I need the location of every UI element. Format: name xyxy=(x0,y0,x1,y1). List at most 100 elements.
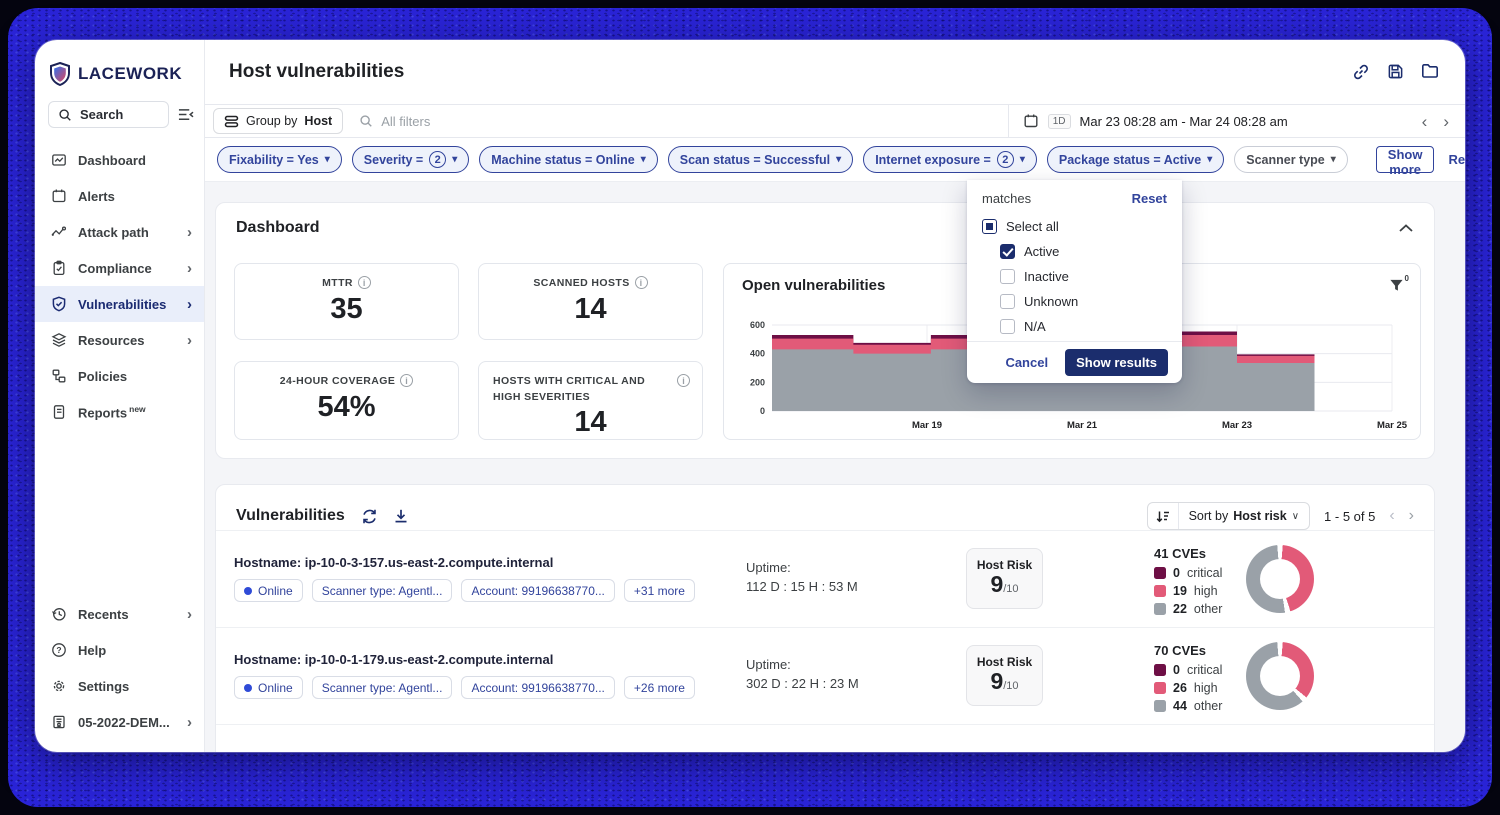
filter-pill-fixability[interactable]: Fixability = Yes ▾ xyxy=(217,146,342,173)
package-status-dropdown: matches Reset Select all Active Inactive… xyxy=(967,180,1182,383)
policies-icon xyxy=(50,368,67,384)
sidebar-item-policies[interactable]: Policies xyxy=(35,358,204,394)
chevron-right-icon: › xyxy=(187,297,192,312)
uptime: Uptime: 112 D : 15 H : 53 M xyxy=(746,558,858,596)
sidebar-item-dashboard[interactable]: Dashboard xyxy=(35,142,204,178)
show-results-button[interactable]: Show results xyxy=(1065,349,1168,376)
hostname[interactable]: Hostname: ip-10-0-3-157.us-east-2.comput… xyxy=(234,555,695,570)
scanner-type-chip[interactable]: Scanner type: Agentl... xyxy=(312,676,453,699)
host-row[interactable]: Hostname: ip-10-0-3-157.us-east-2.comput… xyxy=(216,530,1434,627)
sort-control[interactable]: Sort byHost risk∨ xyxy=(1147,502,1310,530)
option-inactive[interactable]: Inactive xyxy=(967,264,1182,288)
info-icon[interactable]: i xyxy=(358,276,371,289)
collapse-panel-icon[interactable] xyxy=(1398,223,1414,233)
info-icon[interactable]: i xyxy=(400,374,413,387)
show-more-button[interactable]: Show more xyxy=(1376,146,1435,173)
date-prev-icon[interactable]: ‹ xyxy=(1422,113,1428,130)
account-chip[interactable]: Account: 99196638770... xyxy=(461,579,614,602)
app-window: LACEWORK Search Dashboard Alerts xyxy=(35,40,1465,752)
more-tags-chip[interactable]: +31 more xyxy=(624,579,695,602)
status-chip[interactable]: Online xyxy=(234,676,303,699)
select-all-option[interactable]: Select all xyxy=(967,214,1182,238)
info-icon[interactable]: i xyxy=(635,276,648,289)
checkbox-icon[interactable] xyxy=(1000,319,1015,334)
page-prev-icon[interactable]: ‹ xyxy=(1389,507,1394,525)
sidebar-item-organization[interactable]: 05-2022-DEM... › xyxy=(35,704,204,740)
all-filters-input[interactable]: All filters xyxy=(343,114,1008,129)
folder-icon[interactable] xyxy=(1421,63,1439,81)
metric-card-scanned-hosts: SCANNED HOSTSi 14 xyxy=(478,263,703,340)
option-unknown[interactable]: Unknown xyxy=(967,289,1182,313)
status-chip[interactable]: Online xyxy=(234,579,303,602)
share-link-icon[interactable] xyxy=(1352,63,1370,81)
sidebar-item-resources[interactable]: Resources › xyxy=(35,322,204,358)
sidebar-nav: Dashboard Alerts Attack path › Complianc… xyxy=(35,142,204,430)
dashboard-icon xyxy=(50,152,67,168)
dropdown-reset-link[interactable]: Reset xyxy=(1132,191,1167,206)
checkbox-icon[interactable] xyxy=(1000,294,1015,309)
account-chip[interactable]: Account: 99196638770... xyxy=(461,676,614,699)
more-tags-chip[interactable]: +26 more xyxy=(624,676,695,699)
matches-label: matches xyxy=(982,191,1031,206)
page-next-icon[interactable]: › xyxy=(1409,507,1414,525)
filter-pill-machine-status[interactable]: Machine status = Online ▾ xyxy=(479,146,657,173)
sidebar-item-help[interactable]: ? Help xyxy=(35,632,204,668)
other-swatch-icon xyxy=(1154,603,1166,615)
chevron-down-icon: ∨ xyxy=(1292,511,1299,522)
filter-funnel-icon[interactable]: 0 xyxy=(1389,278,1404,293)
filter-pill-scanner-type[interactable]: Scanner type ▾ xyxy=(1234,146,1348,173)
filter-pill-internet-exposure[interactable]: Internet exposure = 2 ▾ xyxy=(863,146,1037,173)
scanner-type-chip[interactable]: Scanner type: Agentl... xyxy=(312,579,453,602)
sidebar-item-recents[interactable]: Recents › xyxy=(35,596,204,632)
sidebar-search[interactable]: Search xyxy=(48,101,169,128)
sidebar-item-settings[interactable]: Settings xyxy=(35,668,204,704)
svg-text:Mar 23: Mar 23 xyxy=(1222,420,1252,431)
group-by-button[interactable]: Group by Host xyxy=(213,108,343,134)
cve-donut-chart xyxy=(1246,545,1314,613)
option-na[interactable]: N/A xyxy=(967,314,1182,338)
sidebar-item-attack-path[interactable]: Attack path › xyxy=(35,214,204,250)
date-range-picker[interactable]: 1D Mar 23 08:28 am - Mar 24 08:28 am xyxy=(1008,105,1302,137)
host-row[interactable]: Hostname: ip-10-0-1-179.us-east-2.comput… xyxy=(216,627,1434,724)
filter-pill-scan-status[interactable]: Scan status = Successful ▾ xyxy=(668,146,853,173)
critical-swatch-icon xyxy=(1154,664,1166,676)
checkbox-indeterminate-icon[interactable] xyxy=(982,219,997,234)
sidebar-bottom-nav: Recents › ? Help Settings 05-2022-DEM...… xyxy=(35,596,204,740)
cve-legend: 70 CVEs 0critical 26high 44other xyxy=(1154,643,1222,715)
date-range-text: Mar 23 08:28 am - Mar 24 08:28 am xyxy=(1080,114,1288,129)
organization-icon xyxy=(50,714,67,730)
reset-filters-link[interactable]: Reset xyxy=(1448,152,1465,167)
sidebar-item-reports[interactable]: Reportsnew xyxy=(35,394,204,430)
checkbox-icon[interactable] xyxy=(1000,244,1015,259)
funnel-filter-count: 0 xyxy=(1405,274,1409,283)
calendar-icon xyxy=(1023,113,1039,129)
checkbox-icon[interactable] xyxy=(1000,269,1015,284)
svg-text:600: 600 xyxy=(750,320,765,330)
hostname[interactable]: Hostname: ip-10-0-1-179.us-east-2.comput… xyxy=(234,652,695,667)
sidebar-item-vulnerabilities[interactable]: Vulnerabilities › xyxy=(35,286,204,322)
filter-pill-package-status[interactable]: Package status = Active ▾ xyxy=(1047,146,1224,173)
sidebar-item-alerts[interactable]: Alerts xyxy=(35,178,204,214)
filter-toolbar: Group by Host All filters 1D Mar 23 08:2… xyxy=(205,104,1465,138)
host-risk-card: Host Risk 9/10 xyxy=(966,645,1043,706)
metric-value: 35 xyxy=(249,293,444,326)
cancel-button[interactable]: Cancel xyxy=(1005,355,1048,370)
date-next-icon[interactable]: › xyxy=(1443,113,1449,130)
download-icon[interactable] xyxy=(393,508,409,525)
compliance-icon xyxy=(50,260,67,276)
sidebar-item-compliance[interactable]: Compliance › xyxy=(35,250,204,286)
refresh-icon[interactable] xyxy=(361,508,378,525)
info-icon[interactable]: i xyxy=(677,374,690,387)
lacework-logo[interactable]: LACEWORK xyxy=(35,40,204,86)
svg-text:Mar 21: Mar 21 xyxy=(1067,420,1098,431)
collapse-sidebar-icon[interactable] xyxy=(177,107,194,122)
svg-text:400: 400 xyxy=(750,349,765,359)
filter-pill-severity[interactable]: Severity = 2 ▾ xyxy=(352,146,469,173)
save-icon[interactable] xyxy=(1387,63,1404,81)
chevron-right-icon: › xyxy=(187,261,192,276)
option-active[interactable]: Active xyxy=(967,239,1182,263)
metric-card-coverage: 24-HOUR COVERAGEi 54% xyxy=(234,361,459,440)
all-filters-placeholder: All filters xyxy=(381,114,430,129)
chevron-down-icon: ▾ xyxy=(325,154,330,165)
online-dot-icon xyxy=(244,587,252,595)
